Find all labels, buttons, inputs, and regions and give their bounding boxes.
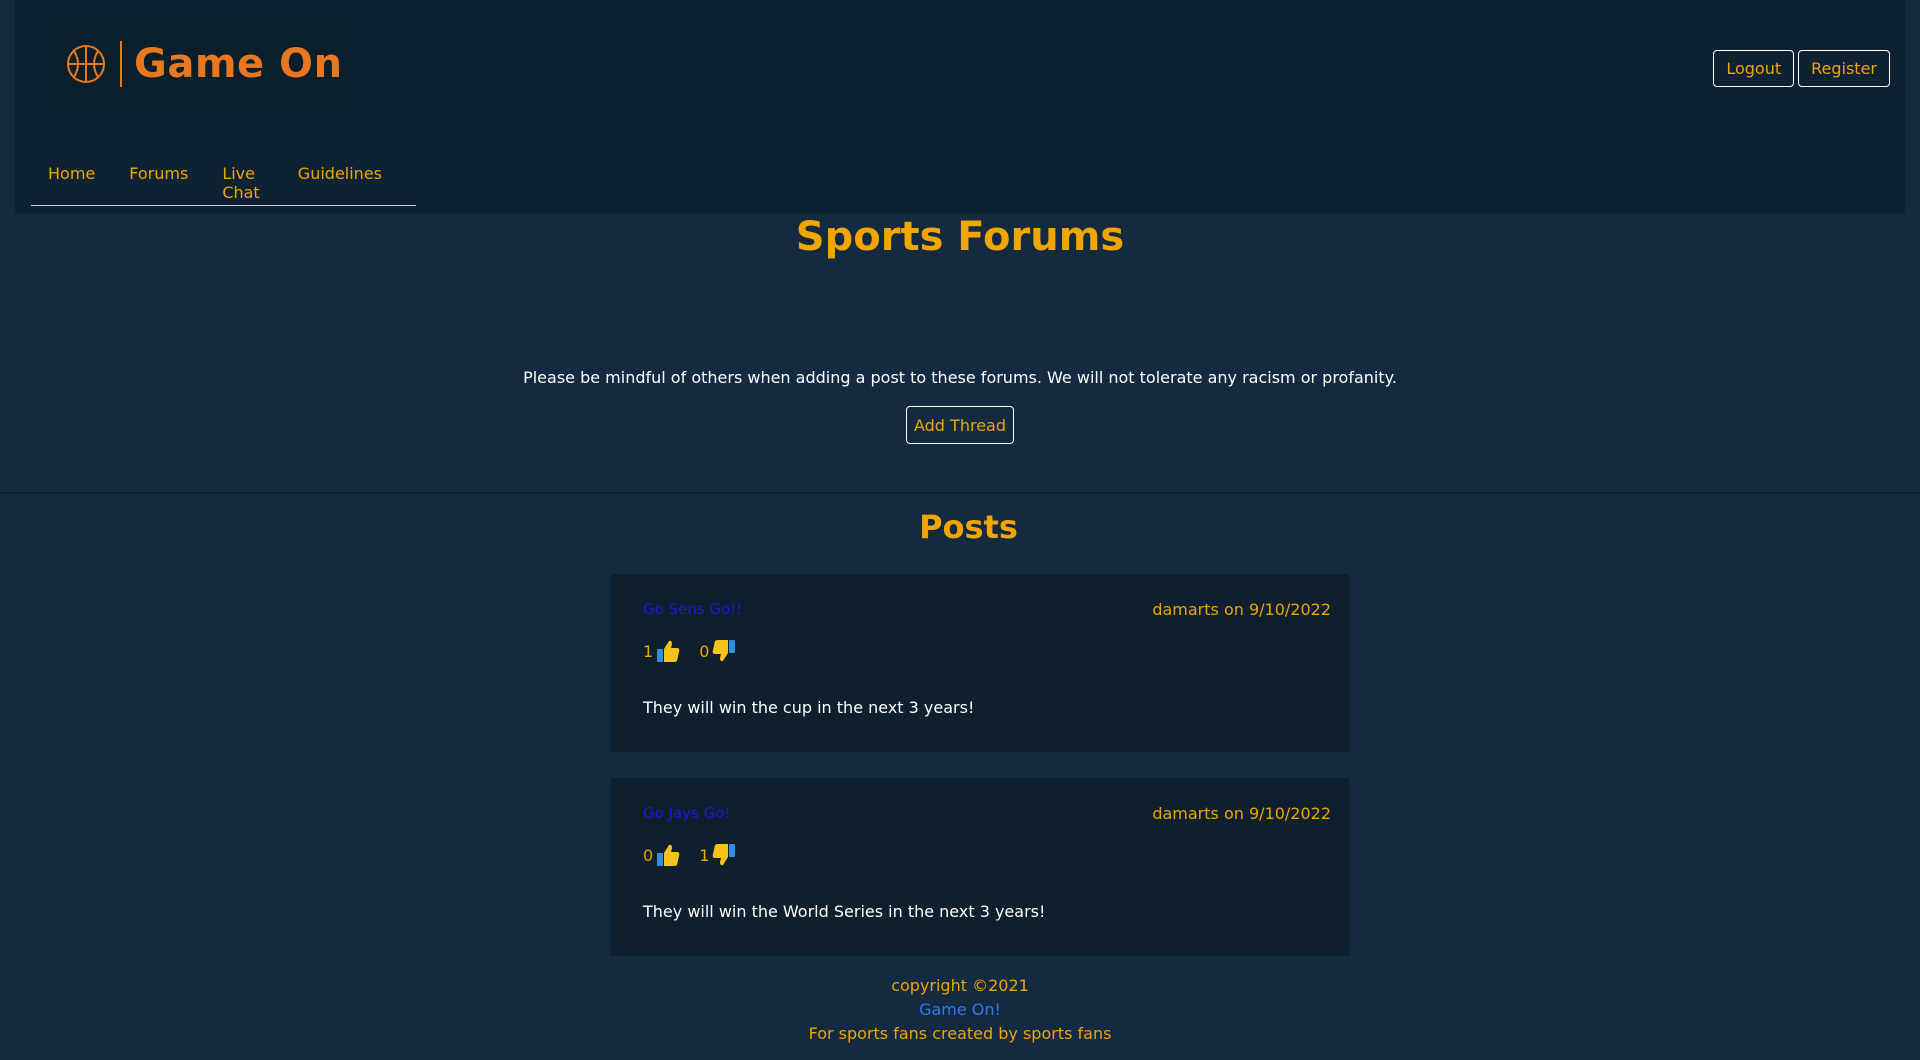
dislike-button[interactable]: 0 <box>699 638 737 664</box>
like-button[interactable]: 1 <box>643 638 681 664</box>
like-count: 0 <box>643 845 654 865</box>
nav-item-home[interactable]: Home <box>48 164 95 183</box>
post-meta: damarts on 9/10/2022 <box>1152 600 1331 619</box>
post-card: Go Jays Go! damarts on 9/10/2022 0 1 The… <box>611 778 1349 956</box>
forum-notice: Please be mindful of others when adding … <box>523 368 1397 387</box>
thumbs-up-icon <box>657 640 680 662</box>
dislike-button[interactable]: 1 <box>699 842 737 868</box>
dislike-count: 0 <box>699 641 710 661</box>
site-footer: copyright ©2021 Game On! For sports fans… <box>0 974 1920 1046</box>
thumbs-down-icon <box>713 844 736 866</box>
post-votes: 0 1 <box>643 842 755 868</box>
logo-text: Game On <box>134 40 343 87</box>
auth-buttons: Logout Register <box>1713 50 1890 87</box>
like-button[interactable]: 0 <box>643 842 681 868</box>
posts-heading: Posts <box>919 508 1018 546</box>
post-body: They will win the cup in the next 3 year… <box>643 698 975 717</box>
section-divider <box>0 492 1920 494</box>
thumbs-up-icon <box>657 844 680 866</box>
footer-copyright: copyright ©2021 <box>891 976 1029 995</box>
post-meta: damarts on 9/10/2022 <box>1152 804 1331 823</box>
register-button[interactable]: Register <box>1798 50 1890 87</box>
dislike-count: 1 <box>699 845 710 865</box>
footer-tagline: For sports fans created by sports fans <box>808 1024 1112 1043</box>
post-title-link[interactable]: Go Jays Go! <box>643 804 730 822</box>
thumbs-down-icon <box>713 640 736 662</box>
site-logo[interactable]: Game On <box>47 24 353 103</box>
nav-item-forums[interactable]: Forums <box>129 164 188 183</box>
post-title-link[interactable]: Go Sens Go!! <box>643 600 742 618</box>
logout-button[interactable]: Logout <box>1713 50 1795 87</box>
post-card: Go Sens Go!! damarts on 9/10/2022 1 0 Th… <box>611 574 1349 752</box>
main-nav: Home Forums Live Chat Guidelines <box>31 148 416 206</box>
post-votes: 1 0 <box>643 638 755 664</box>
footer-brand-link[interactable]: Game On! <box>0 998 1920 1022</box>
logo-divider <box>120 40 122 87</box>
site-header: Game On Logout Register Home Forums Live… <box>15 0 1905 214</box>
page-title: Sports Forums <box>795 214 1125 260</box>
nav-item-guidelines[interactable]: Guidelines <box>298 164 382 183</box>
nav-item-live-chat[interactable]: Live Chat <box>222 164 263 202</box>
basketball-icon <box>67 44 105 83</box>
add-thread-button[interactable]: Add Thread <box>906 406 1014 444</box>
post-body: They will win the World Series in the ne… <box>643 902 1046 921</box>
like-count: 1 <box>643 641 654 661</box>
